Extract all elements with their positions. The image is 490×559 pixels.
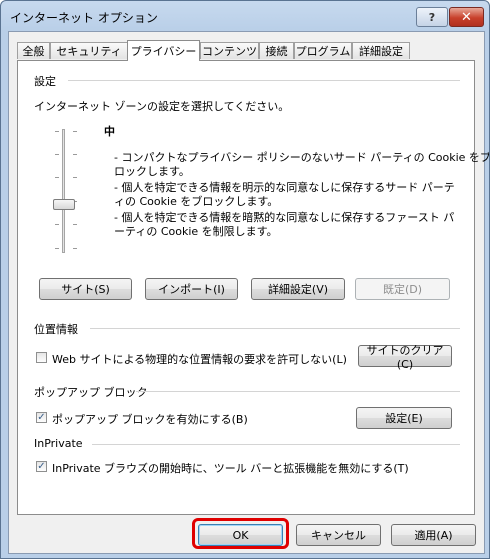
location-group-divider [90,328,460,329]
inprivate-group-label: InPrivate [34,437,83,450]
default-button[interactable]: 既定(D) [355,278,450,300]
zone-instruction: インターネット ゾーンの設定を選択してください。 [34,100,290,113]
description-line: ロックします。 [114,165,190,178]
popup-blocker-checkbox[interactable]: ✓ [36,412,47,423]
slider-tick [55,131,59,132]
cancel-button[interactable]: キャンセル [296,524,381,546]
window-title: インターネット オプション [10,11,158,25]
popup-blocker-checkbox-label[interactable]: ポップアップ ブロックを有効にする(B) [52,411,248,427]
slider-track [62,129,65,253]
tab-general[interactable]: 全般 [17,42,50,59]
ok-button-highlight [192,518,289,549]
clear-sites-button[interactable]: サイトのクリア(C) [358,344,452,371]
tab-privacy[interactable]: プライバシー [127,40,200,61]
tab-programs[interactable]: プログラム [294,42,352,59]
description-line: ィの Cookie をブロックします。 [114,195,279,208]
slider-tick [55,224,59,225]
dialog-client-area: 全般 セキュリティ プライバシー コンテンツ 接続 プログラム 詳細設定 設定 … [8,31,489,554]
slider-tick [73,154,77,155]
slider-tick [55,154,59,155]
sites-button[interactable]: サイト(S) [39,278,132,300]
tab-connections[interactable]: 接続 [259,42,294,59]
help-button[interactable]: ? [416,7,448,27]
description-line: ーティの Cookie を制限します。 [114,225,278,238]
slider-tick [55,248,59,249]
inprivate-checkbox-label[interactable]: InPrivate ブラウズの開始時に、ツール バーと拡張機能を無効にする(T) [52,460,409,476]
privacy-panel: 設定 インターネット ゾーンの設定を選択してください。 中 - コンパクトなプラ… [17,60,489,515]
popup-group-label: ポップアップ ブロック [34,386,148,399]
title-bar[interactable]: インターネット オプション ? ✕ [1,1,489,31]
settings-group-divider [68,80,460,81]
inprivate-group-divider [92,444,460,445]
tab-security[interactable]: セキュリティ [50,42,128,59]
privacy-level-name: 中 [104,125,115,138]
inprivate-checkbox[interactable]: ✓ [36,461,47,472]
slider-tick [55,177,59,178]
import-button[interactable]: インポート(I) [145,278,238,300]
tab-content[interactable]: コンテンツ [200,42,259,59]
internet-options-window: インターネット オプション ? ✕ 全般 セキュリティ プライバシー コンテンツ… [0,0,490,559]
location-checkbox[interactable] [36,352,47,363]
advanced-settings-button[interactable]: 詳細設定(V) [251,278,345,300]
settings-group-label: 設定 [34,75,56,88]
popup-group-divider [136,391,460,392]
slider-tick [73,131,77,132]
popup-settings-button[interactable]: 設定(E) [356,407,452,429]
location-checkbox-label[interactable]: Web サイトによる物理的な位置情報の要求を許可しない(L) [52,351,347,367]
slider-thumb[interactable] [53,199,75,210]
tab-advanced[interactable]: 詳細設定 [352,42,410,59]
slider-tick [73,177,77,178]
close-button[interactable]: ✕ [449,7,484,27]
slider-tick [73,248,77,249]
slider-tick [73,224,77,225]
location-group-label: 位置情報 [34,323,78,336]
apply-button[interactable]: 適用(A) [391,524,476,546]
